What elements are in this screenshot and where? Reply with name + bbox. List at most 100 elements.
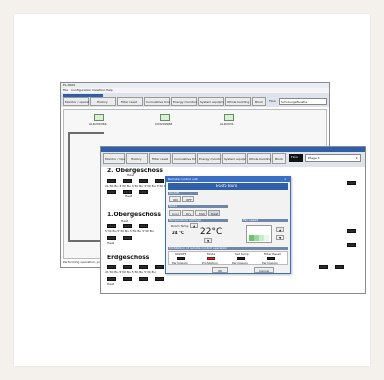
- back-floor-select[interactable]: Schulungsfluszhe: [279, 98, 327, 105]
- unit[interactable]: [347, 243, 356, 247]
- unit[interactable]: [155, 265, 164, 269]
- back-btn-history[interactable]: History: [90, 97, 116, 106]
- unit[interactable]: [107, 265, 116, 269]
- off-button[interactable]: OFF: [182, 196, 194, 202]
- back-btn-whole[interactable]: Whole building: [225, 97, 251, 106]
- unit[interactable]: [107, 277, 116, 281]
- front-btn-block[interactable]: Block: [272, 153, 286, 164]
- back-btn-monitor[interactable]: Monitor / operation: [63, 97, 89, 106]
- perm-settemp-toggle[interactable]: [237, 257, 245, 260]
- perm-col-settemp: Set temp: [235, 253, 249, 256]
- temp-up-button[interactable]: ▲: [190, 223, 198, 228]
- unit[interactable]: [319, 265, 328, 269]
- chevron-up-icon: ▲: [193, 225, 196, 228]
- mode-heat-button[interactable]: Heat: [208, 210, 220, 216]
- fan-section-label: Fan speed: [243, 219, 259, 222]
- front-btn-filter[interactable]: Filter reset: [149, 153, 171, 164]
- unit[interactable]: [155, 179, 164, 183]
- perm-onoff-toggle[interactable]: [177, 257, 185, 260]
- front-btn-whole[interactable]: Whole building: [247, 153, 271, 164]
- unit[interactable]: [123, 190, 132, 194]
- chevron-up-icon: ▲: [279, 229, 282, 232]
- back-device-1-label: ALD200366: [89, 123, 107, 126]
- on-button[interactable]: ON: [169, 196, 181, 202]
- unit[interactable]: [139, 190, 148, 194]
- unit-mode: Heat: [107, 283, 115, 286]
- back-btn-filter[interactable]: Filter reset: [117, 97, 143, 106]
- unit[interactable]: [107, 179, 116, 183]
- front-btn-energy[interactable]: Energy monitoring: [197, 153, 221, 164]
- close-icon[interactable]: ×: [284, 178, 287, 181]
- unit[interactable]: [139, 224, 148, 228]
- floor-heading-eg: Erdgeschoss: [107, 255, 150, 261]
- perm-col-mode: Mode: [207, 253, 216, 256]
- mode-label: Mode: [169, 205, 178, 208]
- back-btn-block[interactable]: Block: [252, 97, 266, 106]
- back-device-3[interactable]: [224, 114, 234, 121]
- unit[interactable]: [123, 179, 132, 183]
- back-device-1[interactable]: [94, 114, 104, 121]
- dialog-header: EG05 Büro: [168, 183, 288, 190]
- dialog-title-bar: Remote control unit ×: [166, 177, 290, 182]
- back-floor-label: Floor: [269, 100, 277, 103]
- menu-tool[interactable]: Tool: [99, 89, 105, 92]
- unit[interactable]: [347, 229, 356, 233]
- menu-help[interactable]: Help: [106, 89, 113, 92]
- fan-up-button[interactable]: ▲: [276, 227, 284, 232]
- unit-mode: Heat: [125, 195, 133, 198]
- unit[interactable]: [335, 265, 344, 269]
- perm-mode-toggle[interactable]: [207, 257, 215, 260]
- back-device-2-label: C03200966: [155, 123, 173, 126]
- front-floor-select[interactable]: Etage 3 ▾: [305, 154, 361, 162]
- dialog-title: Remote control unit: [168, 178, 198, 181]
- unit-mode: Heat: [107, 242, 115, 245]
- unit[interactable]: [123, 224, 132, 228]
- unit[interactable]: [107, 236, 116, 240]
- chevron-down-icon[interactable]: ▾: [356, 157, 358, 160]
- unit[interactable]: [107, 190, 116, 194]
- fan-speed-indicator: [246, 225, 272, 243]
- mode-cool-button[interactable]: Cool: [169, 210, 181, 216]
- room-temp-value: 24 °C: [172, 231, 184, 235]
- unit[interactable]: [139, 277, 148, 281]
- onoff-label: On/Off: [169, 192, 179, 195]
- fan-speed-bars-icon: [249, 235, 269, 241]
- front-floor-label: Floor: [291, 156, 299, 159]
- unit-temps: 5'30 Bu 5'30 Bu 5'30 Bu 5'30 Bu: [105, 230, 154, 233]
- perm-table: ON/OFF Mode Set temp Filter Reset Permis…: [168, 251, 288, 265]
- back-btn-cumulative[interactable]: Cumulative time: [144, 97, 170, 106]
- front-btn-history[interactable]: History: [126, 153, 148, 164]
- front-toolbar-strip: [101, 147, 365, 152]
- front-btn-system[interactable]: System equipment: [222, 153, 246, 164]
- mode-dry-button[interactable]: Dry: [182, 210, 194, 216]
- menu-file[interactable]: File: [63, 89, 68, 92]
- back-device-2[interactable]: [160, 114, 170, 121]
- unit[interactable]: [347, 181, 356, 185]
- unit[interactable]: [123, 236, 132, 240]
- floor-1og-units: Heat 5'30 Bu 5'30 Bu 5'30 Bu 5'30 Bu Hea…: [105, 220, 165, 250]
- floor-heading-2og: 2. Obergeschoss: [107, 168, 163, 174]
- unit[interactable]: [139, 179, 148, 183]
- chevron-down-icon: ▼: [279, 237, 282, 240]
- unit[interactable]: [107, 224, 116, 228]
- temp-down-button[interactable]: ▼: [204, 238, 212, 243]
- perm-settemp-value: Permission: [232, 262, 249, 265]
- unit[interactable]: [139, 265, 148, 269]
- perm-onoff-value: Permission: [172, 262, 189, 265]
- unit[interactable]: [123, 277, 132, 281]
- fan-down-button[interactable]: ▼: [276, 235, 284, 240]
- floor-heading-1og: 1.Obergeschoss: [107, 212, 161, 218]
- perm-col-filter: Filter Reset: [264, 253, 281, 256]
- front-btn-monitor[interactable]: Monitor / Operation: [103, 153, 125, 164]
- perm-filter-toggle[interactable]: [267, 257, 275, 260]
- perm-filter-value: Permission: [262, 262, 279, 265]
- ok-button[interactable]: OK: [212, 267, 228, 273]
- back-btn-system[interactable]: System equipment: [198, 97, 224, 106]
- unit[interactable]: [155, 277, 164, 281]
- back-btn-energy[interactable]: Energy monitoring: [171, 97, 197, 106]
- unit[interactable]: [123, 265, 132, 269]
- menu-configuration[interactable]: Configuration: [71, 89, 91, 92]
- mode-fan-button[interactable]: FAN: [195, 210, 207, 216]
- front-btn-cumulative[interactable]: Cumulative time: [172, 153, 196, 164]
- cancel-button[interactable]: Cancel: [254, 267, 274, 273]
